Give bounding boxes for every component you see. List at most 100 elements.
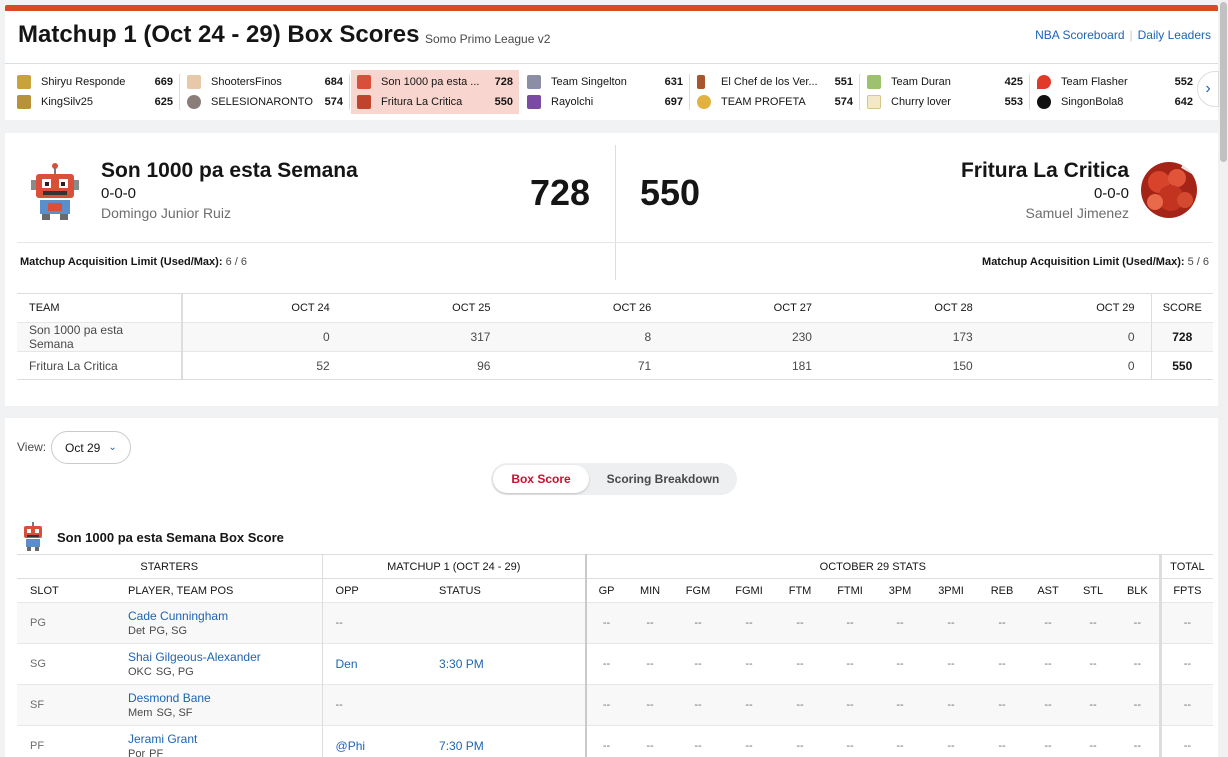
matchup-card[interactable]: Team Duran 425 Churry lover 553 [861,70,1030,114]
stat-cell: -- [1026,725,1071,757]
matchup-card[interactable]: Team Singelton 631 Rayolchi 697 [521,70,690,114]
team-score: 697 [664,96,683,108]
game-status-link[interactable]: 3:30 PM [439,657,484,671]
opponent-link[interactable]: @Phi [336,739,366,753]
column-header: FTMI [824,578,877,603]
team-score: 642 [1174,96,1193,108]
stat-cell: -- [1116,643,1161,685]
bottle-team-icon [697,75,705,89]
team-score: 574 [324,96,343,108]
stat-cell: -- [1070,725,1117,757]
stat-cell: -- [1116,725,1161,757]
stat-cell: -- [924,643,979,685]
stat-cell: -- [876,602,925,644]
player-name-link[interactable]: Jerami Grant [128,732,322,746]
team-score: 728 [494,76,513,88]
chevron-down-icon: ⌄ [108,442,117,453]
status-cell [412,684,587,726]
day-score-cell: 71 [506,351,668,380]
opponent-cell: -- [321,602,413,644]
page-scrollbar[interactable] [1219,0,1228,757]
matchup-card[interactable]: Shiryu Responde 669 KingSilv25 625 [11,70,180,114]
team-score: 425 [1004,76,1023,88]
view-date-select[interactable]: Oct 29 ⌄ [51,431,131,464]
stat-cell: -- [978,643,1027,685]
scrollbar-thumb[interactable] [1220,2,1227,162]
slot-cell: PF [17,725,115,757]
column-header: 3PMI [924,578,979,603]
matchup-card-active[interactable]: Son 1000 pa esta ... 728 Fritura La Criti… [351,70,519,114]
stat-cell: -- [626,684,675,726]
player-name-link[interactable]: Desmond Bane [128,691,322,705]
player-team: Por [128,748,146,757]
group-header-row: STARTERS MATCHUP 1 (OCT 24 - 29) OCTOBER… [17,554,1214,579]
away-team-name[interactable]: Fritura La Critica [961,159,1129,183]
daily-leaders-link[interactable]: Daily Leaders [1138,28,1211,42]
table-header-row: TEAM OCT 24 OCT 25 OCT 26 OCT 27 OCT 28 … [17,293,1213,323]
jar-team-icon [867,75,881,89]
stat-cell: -- [1116,602,1161,644]
stat-cell: -- [924,602,979,644]
food-team-icon [357,95,371,109]
purple-team-icon [527,95,541,109]
pizza-team-icon [697,95,711,109]
status-cell: 3:30 PM [412,643,587,685]
day-score-cell: 52 [182,351,346,380]
box-score-tab[interactable]: Box Score [493,465,589,493]
stat-cell: -- [674,725,723,757]
page-title: Matchup 1 (Oct 24 - 29) Box Scores [18,21,420,48]
day-score-cell: 317 [345,322,507,352]
table-row: Son 1000 pa esta Semana 0 317 8 230 173 … [17,322,1213,352]
opponent-link[interactable]: Den [336,657,358,671]
column-header: GP [585,578,627,603]
away-team-owner: Samuel Jimenez [1025,205,1130,221]
stat-cell: -- [585,725,627,757]
slot-cell: PG [17,602,115,644]
player-name-link[interactable]: Cade Cunningham [128,609,322,623]
player-team: Mem [128,707,153,719]
column-header: OCT 28 [827,293,989,323]
matchup-card[interactable]: ShootersFinos 684 SELESIONARONTO 574 [181,70,350,114]
column-header: OCT 24 [182,293,346,323]
stat-cell: -- [722,684,777,726]
stat-cell: -- [585,602,627,644]
home-team-name[interactable]: Son 1000 pa esta Semana [101,159,358,183]
team-name: Team Singelton [551,76,627,88]
player-positions: SG, PG [155,666,194,678]
player-cell: Jerami Grant Por PF [115,725,323,757]
stat-cell: -- [585,643,627,685]
player-name-link[interactable]: Shai Gilgeous-Alexander [128,650,322,664]
view-label: View: [17,440,47,454]
team-name: Team Duran [891,76,951,88]
stat-cell: -- [722,602,777,644]
stat-cell: -- [978,725,1027,757]
team-name: Fritura La Critica [381,96,463,108]
column-header: OCT 26 [506,293,668,323]
column-header: FPTS [1158,578,1214,603]
player-cell: Desmond Bane Mem SG, SF [115,684,323,726]
stat-cell: -- [1026,602,1071,644]
globe-team-icon [187,95,201,109]
stat-cell: -- [1026,643,1071,685]
player-team: Det [128,625,146,637]
crown-team-icon [17,95,31,109]
eightball-team-icon [1037,95,1051,109]
team-name: Churry lover [891,96,951,108]
stat-cell: -- [776,602,825,644]
matchup-card[interactable]: Team Flasher 552 SingonBola8 642 [1031,70,1199,114]
slot-cell: SF [17,684,115,726]
column-header: STATUS [412,578,587,603]
stat-cell: -- [1070,643,1117,685]
opponent-cell: @Phi [321,725,413,757]
stat-cell: -- [876,643,925,685]
team-score: 574 [834,96,853,108]
nba-scoreboard-link[interactable]: NBA Scoreboard [1035,28,1124,42]
column-header: OPP [321,578,413,603]
robot-team-icon [357,75,371,89]
team-score: 552 [1174,76,1193,88]
column-header-row: SLOT PLAYER, TEAM POS OPP STATUS GP MIN … [17,578,1214,603]
game-status-link[interactable]: 7:30 PM [439,739,484,753]
total-score-cell: 728 [1150,322,1213,352]
scoring-breakdown-tab[interactable]: Scoring Breakdown [591,465,735,493]
matchup-card[interactable]: El Chef de los Ver... 551 TEAM PROFETA 574 [691,70,860,114]
